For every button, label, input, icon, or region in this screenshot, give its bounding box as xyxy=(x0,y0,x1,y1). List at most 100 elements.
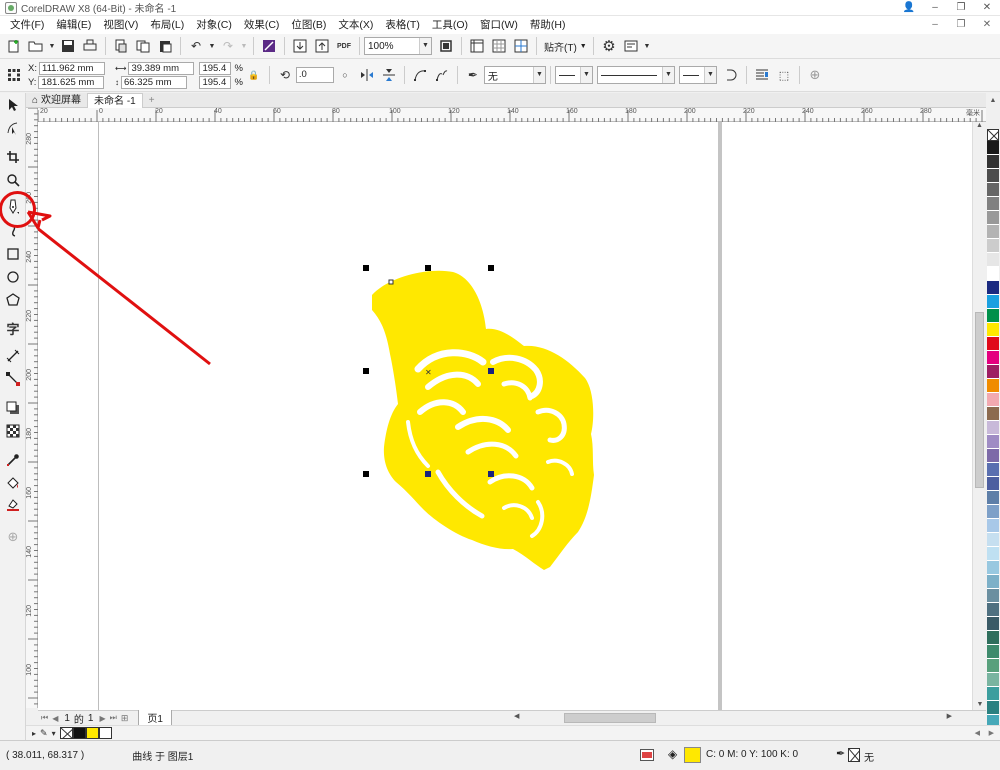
zoom-tool-icon[interactable] xyxy=(3,170,23,190)
doc-close-button[interactable]: ✕ xyxy=(974,16,1000,34)
palette-swatch[interactable] xyxy=(987,645,999,659)
palette-swatch[interactable] xyxy=(987,589,999,603)
menu-table[interactable]: 表格(T) xyxy=(379,16,425,34)
zoom-level-select[interactable]: 100% ▼ xyxy=(364,37,432,55)
menu-window[interactable]: 窗口(W) xyxy=(474,16,524,34)
menu-view[interactable]: 视图(V) xyxy=(97,16,144,34)
y-position-input[interactable]: 181.625 mm xyxy=(38,75,105,89)
doc-swatch-white[interactable] xyxy=(98,727,112,739)
smart-fill-tool-icon[interactable] xyxy=(3,495,23,515)
menu-help[interactable]: 帮助(H) xyxy=(524,16,572,34)
palette-swatch[interactable] xyxy=(987,225,999,239)
lock-ratio-icon[interactable]: 🔒 xyxy=(244,65,264,85)
scroll-up-arrow-icon[interactable]: ▲ xyxy=(973,122,986,134)
break-apart-icon[interactable] xyxy=(432,65,452,85)
doc-swatch-black[interactable] xyxy=(72,727,86,739)
palette-swatch[interactable] xyxy=(987,491,999,505)
palette-swatch[interactable] xyxy=(987,659,999,673)
scroll-left-arrow-icon[interactable]: ◀ xyxy=(514,712,519,720)
undo-dropdown-icon[interactable]: ▼ xyxy=(208,36,216,56)
show-rulers-icon[interactable] xyxy=(467,36,487,56)
tab-welcome-screen[interactable]: ⌂ 欢迎屏幕 xyxy=(26,93,87,108)
quick-trace-icon[interactable]: ⬚ xyxy=(774,65,794,85)
palette-swatch[interactable] xyxy=(987,351,999,365)
save-icon[interactable] xyxy=(58,36,78,56)
horizontal-scroll-thumb[interactable] xyxy=(564,713,656,723)
connector-tool-icon[interactable] xyxy=(3,369,23,389)
application-launcher-icon[interactable] xyxy=(621,36,641,56)
rotation-angle-input[interactable]: .0 xyxy=(295,67,334,83)
scroll-right-arrow-icon[interactable]: ▶ xyxy=(947,712,952,720)
mirror-vertical-icon[interactable] xyxy=(379,65,399,85)
drop-shadow-tool-icon[interactable] xyxy=(3,398,23,418)
new-document-icon[interactable] xyxy=(4,36,24,56)
palette-swatch[interactable] xyxy=(987,631,999,645)
account-icon[interactable]: 👤 xyxy=(896,0,922,16)
doc-swatch-yellow[interactable] xyxy=(85,727,99,739)
prev-page-icon[interactable]: ◀ xyxy=(52,714,58,723)
palette-swatch[interactable] xyxy=(987,603,999,617)
menu-text[interactable]: 文本(X) xyxy=(332,16,379,34)
mirror-horizontal-icon[interactable] xyxy=(357,65,377,85)
doc-minimize-button[interactable]: – xyxy=(922,16,948,34)
vertical-scrollbar[interactable]: ▲ ▼ xyxy=(972,122,986,710)
pick-tool-icon[interactable] xyxy=(3,95,23,115)
page-tab[interactable]: 页1 xyxy=(138,710,172,726)
palette-swatch[interactable] xyxy=(987,687,999,701)
palette-swatch[interactable] xyxy=(987,547,999,561)
add-tool-icon[interactable]: ⊕ xyxy=(3,527,23,547)
palette-swatch[interactable] xyxy=(987,519,999,533)
palette-swatch[interactable] xyxy=(987,267,999,281)
width-input[interactable]: 39.389 mm xyxy=(128,61,195,75)
palette-swatch[interactable] xyxy=(987,197,999,211)
first-page-icon[interactable]: ⏮ xyxy=(41,713,48,723)
drawing-canvas[interactable]: ✕ xyxy=(38,122,972,710)
publish-pdf-icon[interactable]: PDF xyxy=(334,36,354,56)
horizontal-scrollbar[interactable]: ◀ ▶ xyxy=(512,712,976,724)
show-guidelines-icon[interactable] xyxy=(511,36,531,56)
undo-icon[interactable]: ↶ xyxy=(186,36,206,56)
last-page-icon[interactable]: ⏭ xyxy=(110,713,117,723)
wrap-text-icon[interactable] xyxy=(752,65,772,85)
doc-restore-button[interactable]: ❐ xyxy=(948,16,974,34)
height-input[interactable]: 66.325 mm xyxy=(120,75,187,89)
node-handle[interactable] xyxy=(388,279,394,285)
palette-swatch[interactable] xyxy=(987,435,999,449)
snap-to-select[interactable]: 贴齐(T) ▼ xyxy=(541,37,589,55)
palette-swatch[interactable] xyxy=(987,365,999,379)
export-icon[interactable] xyxy=(312,36,332,56)
palette-swatch[interactable] xyxy=(987,239,999,253)
import-icon[interactable] xyxy=(290,36,310,56)
close-button[interactable]: ✕ xyxy=(974,0,1000,16)
palette-left-arrow-icon[interactable]: ◀ xyxy=(975,729,980,737)
line-style-select[interactable]: ▼ xyxy=(596,66,675,84)
palette-swatch[interactable] xyxy=(987,155,999,169)
palette-swatch[interactable] xyxy=(987,407,999,421)
palette-swatch[interactable] xyxy=(987,323,999,337)
add-page-icon[interactable]: ⊞ xyxy=(121,713,129,724)
palette-swatch[interactable] xyxy=(987,379,999,393)
menu-edit[interactable]: 编辑(E) xyxy=(50,16,97,34)
palette-swatch[interactable] xyxy=(987,449,999,463)
menu-file[interactable]: 文件(F) xyxy=(4,16,50,34)
redo-icon[interactable]: ↷ xyxy=(218,36,238,56)
add-tab-button[interactable]: + xyxy=(143,93,161,108)
parallel-dimension-tool-icon[interactable] xyxy=(3,346,23,366)
crop-tool-icon[interactable] xyxy=(3,147,23,167)
outline-none-swatch[interactable] xyxy=(848,748,860,762)
menu-layout[interactable]: 布局(L) xyxy=(144,16,190,34)
vertical-scroll-thumb[interactable] xyxy=(975,312,984,488)
add-icon[interactable]: ⊕ xyxy=(805,65,825,85)
search-content-icon[interactable] xyxy=(259,36,279,56)
menu-effects[interactable]: 效果(C) xyxy=(238,16,286,34)
palette-swatch[interactable] xyxy=(987,393,999,407)
polygon-tool-icon[interactable] xyxy=(3,290,23,310)
palette-swatch[interactable] xyxy=(987,575,999,589)
shape-tool-icon[interactable] xyxy=(3,118,23,138)
full-screen-icon[interactable] xyxy=(436,36,456,56)
tab-document[interactable]: 未命名 -1 xyxy=(87,93,143,108)
minimize-button[interactable]: – xyxy=(922,0,948,16)
menu-tools[interactable]: 工具(O) xyxy=(426,16,474,34)
launcher-dropdown-icon[interactable]: ▼ xyxy=(643,36,651,56)
menu-bitmaps[interactable]: 位图(B) xyxy=(285,16,332,34)
